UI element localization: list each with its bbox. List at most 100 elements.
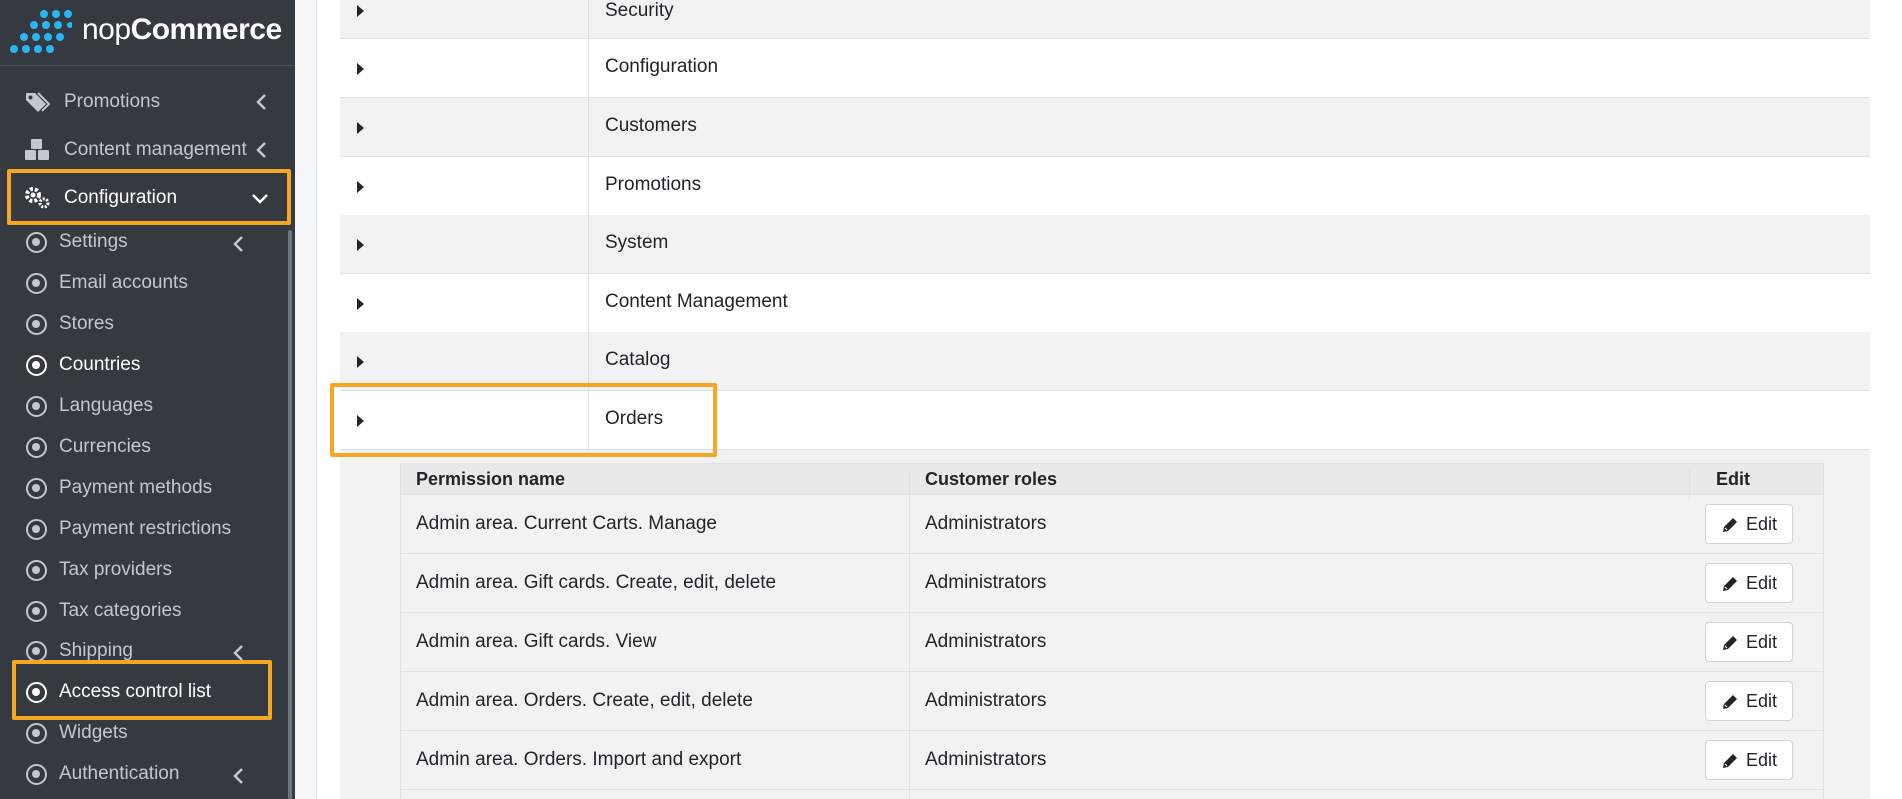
sidebar-item-label: Shipping	[59, 640, 133, 661]
nav-item-promotions[interactable]: Promotions	[0, 80, 295, 124]
circle-icon	[26, 601, 47, 622]
group-row-configuration[interactable]: Configuration	[340, 39, 1870, 98]
sidebar-item-payment-restrictions[interactable]: Payment restrictions	[0, 509, 290, 549]
group-name: Promotions	[605, 174, 702, 195]
edit-button[interactable]: Edit	[1705, 622, 1793, 662]
sidebar-item-label: Tax providers	[59, 559, 172, 580]
pencil-icon	[1723, 577, 1737, 591]
nav-item-configuration[interactable]: Configuration	[0, 176, 295, 220]
circle-icon	[26, 519, 47, 540]
table-row: Admin area. Gift cards. View Administrat…	[401, 612, 1823, 671]
group-row-security[interactable]: Security	[340, 0, 1870, 39]
edit-button-label: Edit	[1746, 573, 1778, 593]
group-row-promotions[interactable]: Promotions	[340, 157, 1870, 216]
caret-right-icon[interactable]	[357, 415, 364, 427]
edit-button[interactable]: Edit	[1705, 563, 1793, 603]
sidebar-item-countries[interactable]: Countries	[0, 345, 290, 385]
sidebar-item-label: Email accounts	[59, 272, 188, 293]
group-name: System	[605, 232, 669, 253]
chevron-left-icon	[233, 768, 243, 784]
permission-name: Admin area. Current Carts. Manage	[416, 513, 717, 534]
column-divider	[588, 332, 589, 390]
chevron-down-icon	[252, 194, 268, 204]
gears-icon	[25, 187, 50, 209]
customer-roles: Administrators	[925, 690, 1047, 711]
table-row: Admin area. Orders. Create, edit, delete…	[401, 671, 1823, 730]
logo-dots-icon	[10, 10, 72, 53]
group-row-orders[interactable]: Orders	[340, 391, 1870, 450]
sidebar-item-label: Languages	[59, 395, 154, 416]
caret-right-icon[interactable]	[357, 239, 364, 251]
permission-name: Admin area. Gift cards. View	[416, 631, 657, 652]
sidebar-item-label: Payment restrictions	[59, 518, 232, 539]
column-divider	[909, 613, 910, 671]
permission-name: Admin area. Orders. Import and export	[416, 749, 742, 770]
sidebar-item-authentication[interactable]: Authentication	[0, 754, 290, 794]
nav-item-label: Promotions	[64, 91, 161, 112]
sidebar-item-tax-providers[interactable]: Tax providers	[0, 550, 290, 590]
circle-icon	[26, 560, 47, 581]
permission-name: Admin area. Gift cards. Create, edit, de…	[416, 572, 777, 593]
column-divider	[909, 495, 910, 553]
column-divider	[588, 391, 589, 449]
sidebar-item-widgets[interactable]: Widgets	[0, 713, 290, 753]
sidebar-item-label: Authentication	[59, 763, 180, 784]
circle-icon	[26, 478, 47, 499]
column-divider	[588, 0, 589, 38]
caret-right-icon[interactable]	[357, 122, 364, 134]
logo[interactable]: nopCommerce	[0, 0, 295, 66]
sidebar-item-label: Widgets	[59, 722, 128, 743]
table-header: Permission name Customer roles Edit	[401, 464, 1823, 499]
sidebar-item-settings[interactable]: Settings	[0, 222, 290, 262]
pencil-icon	[1723, 518, 1737, 532]
sidebar-item-label: Stores	[59, 313, 114, 334]
tags-icon	[26, 92, 50, 112]
group-row-customers[interactable]: Customers	[340, 98, 1870, 157]
customer-roles: Administrators	[925, 572, 1047, 593]
sidebar-scrollbar[interactable]	[288, 230, 292, 799]
permissions-table: Permission name Customer roles Edit Admi…	[400, 463, 1824, 799]
sidebar-item-payment-methods[interactable]: Payment methods	[0, 468, 290, 508]
circle-icon	[26, 723, 47, 744]
caret-right-icon[interactable]	[357, 63, 364, 75]
sidebar-item-email-accounts[interactable]: Email accounts	[0, 263, 290, 303]
caret-right-icon[interactable]	[357, 356, 364, 368]
edit-button[interactable]: Edit	[1705, 740, 1793, 780]
chevron-left-icon	[233, 236, 243, 252]
caret-right-icon[interactable]	[357, 181, 364, 193]
sidebar-item-shipping[interactable]: Shipping	[0, 631, 290, 671]
circle-icon	[26, 232, 47, 253]
group-name: Security	[605, 0, 674, 21]
sidebar-item-label: Currencies	[59, 436, 151, 457]
chevron-left-icon	[256, 94, 266, 110]
column-divider	[909, 731, 910, 789]
edit-button[interactable]: Edit	[1705, 681, 1793, 721]
caret-right-icon[interactable]	[357, 5, 364, 17]
column-divider	[588, 39, 589, 97]
sidebar-item-tax-categories[interactable]: Tax categories	[0, 591, 290, 631]
customer-roles: Administrators	[925, 513, 1047, 534]
nav-item-label: Configuration	[64, 187, 178, 208]
sidebar-item-access-control-list[interactable]: Access control list	[0, 672, 290, 712]
caret-right-icon[interactable]	[357, 298, 364, 310]
edit-button-label: Edit	[1746, 691, 1778, 711]
group-row-system[interactable]: System	[340, 215, 1870, 274]
circle-icon	[26, 355, 47, 376]
sidebar-item-languages[interactable]: Languages	[0, 386, 290, 426]
circle-icon	[26, 682, 47, 703]
nav-item-content-management[interactable]: Content management	[0, 128, 295, 172]
edit-button[interactable]: Edit	[1705, 504, 1793, 544]
sidebar-item-currencies[interactable]: Currencies	[0, 427, 290, 467]
column-divider	[909, 554, 910, 612]
circle-icon	[26, 314, 47, 335]
sidebar: nopCommerce Promotions Content managemen…	[0, 0, 295, 799]
sidebar-item-label: Countries	[59, 354, 141, 375]
sidebar-item-stores[interactable]: Stores	[0, 304, 290, 344]
column-divider	[909, 790, 910, 799]
circle-icon	[26, 437, 47, 458]
edit-button-label: Edit	[1746, 514, 1778, 534]
circle-icon	[26, 396, 47, 417]
group-row-catalog[interactable]: Catalog	[340, 332, 1870, 391]
group-name: Content Management	[605, 291, 788, 312]
group-row-content-management[interactable]: Content Management	[340, 274, 1870, 333]
